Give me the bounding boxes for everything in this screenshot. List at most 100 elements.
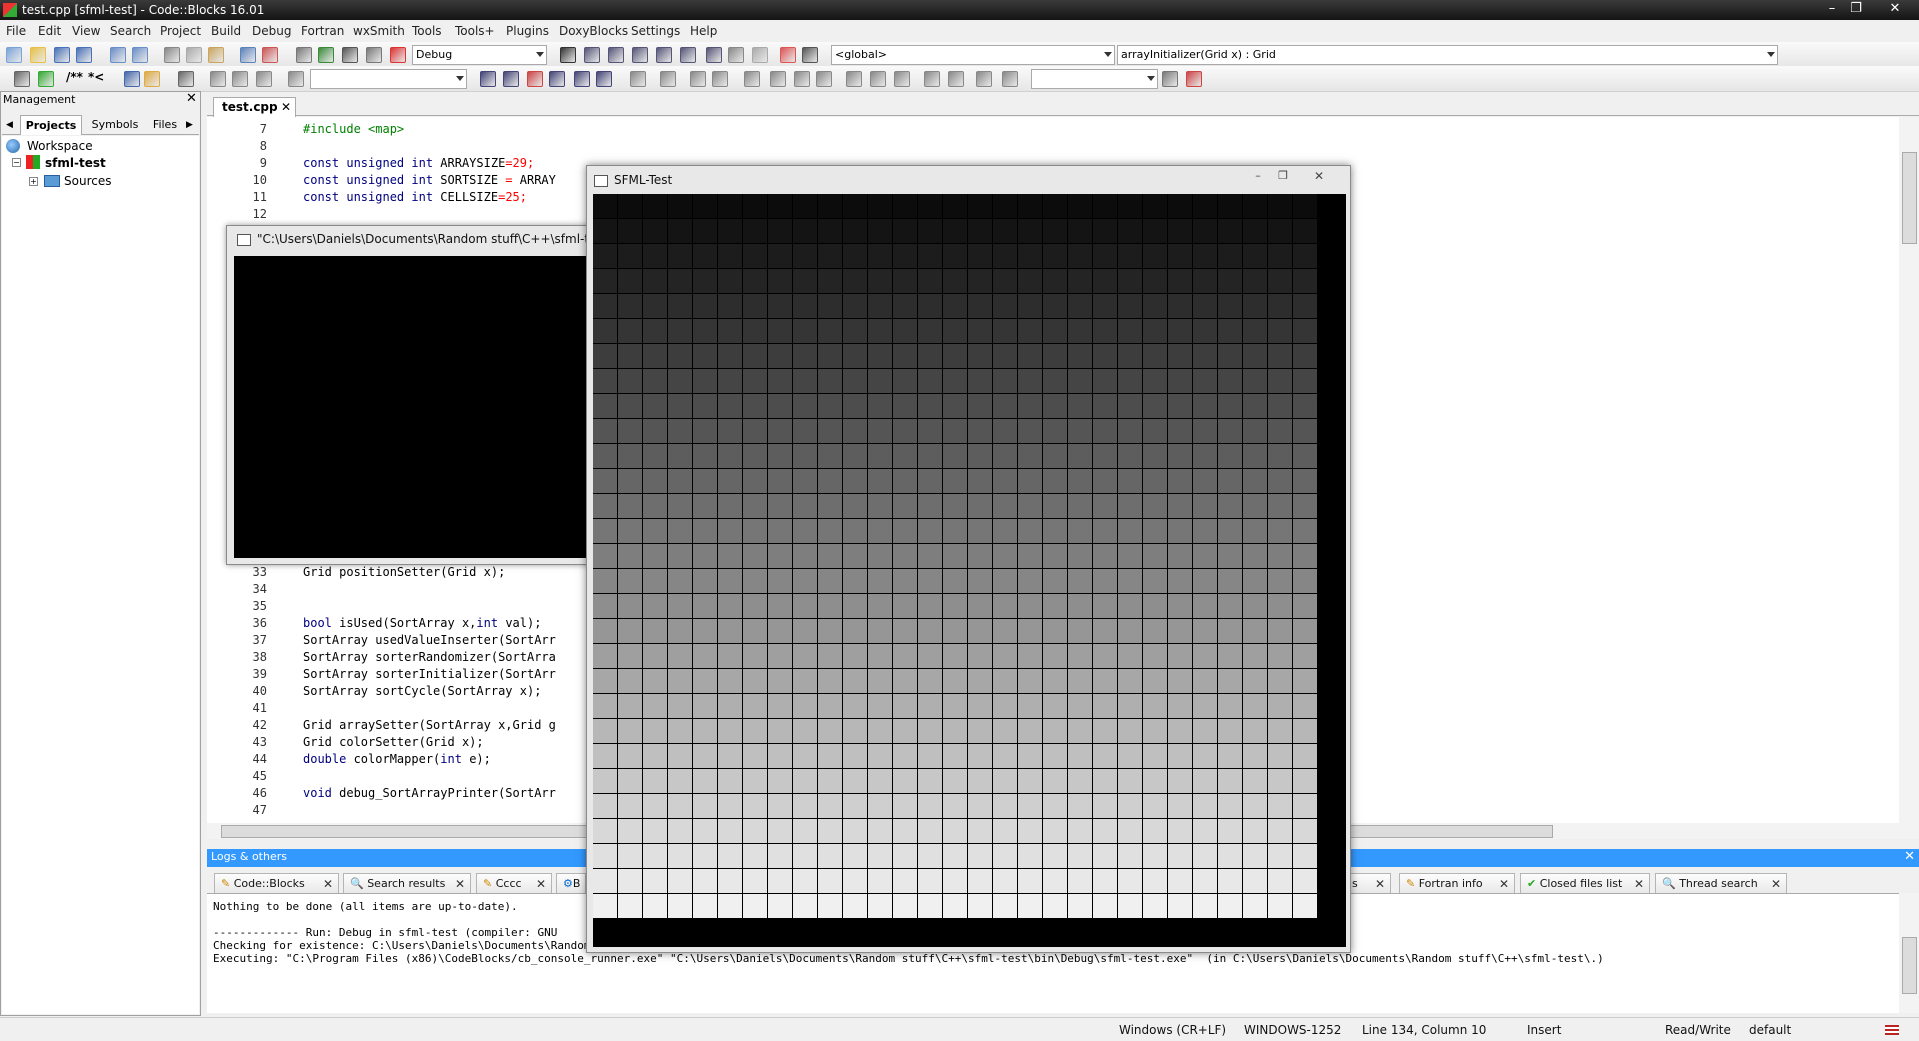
open-icon[interactable]: [30, 47, 46, 63]
menu-plugins[interactable]: Plugins: [506, 20, 549, 42]
cut-icon[interactable]: [164, 47, 180, 63]
line-number[interactable]: 40: [207, 684, 267, 698]
code-line[interactable]: 12: [207, 207, 587, 224]
code-line[interactable]: 45: [207, 769, 587, 786]
menu-fortran[interactable]: Fortran: [301, 20, 344, 42]
tree-workspace[interactable]: Workspace: [27, 139, 93, 153]
build-icon[interactable]: [296, 47, 312, 63]
frame3-icon[interactable]: [894, 71, 910, 87]
plugin-icon[interactable]: [1162, 71, 1178, 87]
sfml-canvas[interactable]: [593, 194, 1346, 947]
regex-icon[interactable]: [574, 71, 590, 87]
line-number[interactable]: 11: [207, 190, 267, 204]
line-number[interactable]: 34: [207, 582, 267, 596]
clear-icon[interactable]: [288, 71, 304, 87]
close-button[interactable]: ✕: [1880, 0, 1910, 18]
s-icon[interactable]: [976, 71, 992, 87]
tab-hidden[interactable]: s ✕: [1345, 873, 1391, 893]
step-into-instruction-icon[interactable]: [706, 47, 722, 63]
tree-project[interactable]: sfml-test: [45, 156, 106, 170]
code-line[interactable]: 7 #include <map>: [207, 122, 587, 139]
menu-edit[interactable]: Edit: [38, 20, 61, 42]
tab-search-results[interactable]: 🔍 Search results ✕: [343, 873, 471, 893]
line-number[interactable]: 33: [207, 565, 267, 579]
rect-icon[interactable]: [660, 71, 676, 87]
code-line[interactable]: 33 Grid positionSetter(Grid x);: [207, 565, 587, 582]
align-center-icon[interactable]: [770, 71, 786, 87]
nav-back-icon[interactable]: [210, 71, 226, 87]
debug-windows-icon[interactable]: [780, 47, 796, 63]
new-file-icon[interactable]: [6, 47, 22, 63]
doxy-html-icon[interactable]: [124, 71, 140, 87]
menu-project[interactable]: Project: [160, 20, 201, 42]
tab-codeblocks-log[interactable]: ✎ Code::Blocks ✕: [214, 873, 339, 893]
next-line-icon[interactable]: [608, 47, 624, 63]
align-left-icon[interactable]: [744, 71, 760, 87]
doxy-block-comment-button[interactable]: /**: [66, 70, 83, 84]
menu-doxyblocks[interactable]: DoxyBlocks: [559, 20, 628, 42]
form-icon[interactable]: [690, 71, 706, 87]
doxy-chm-icon[interactable]: [144, 71, 160, 87]
bookmark-icon[interactable]: [232, 71, 248, 87]
log-vscrollbar[interactable]: [1899, 893, 1919, 1013]
wrench-icon[interactable]: [178, 71, 194, 87]
frame2-icon[interactable]: [870, 71, 886, 87]
build-target-select[interactable]: Debug: [412, 45, 547, 65]
maximize-button[interactable]: ❐: [1846, 0, 1866, 18]
code-line[interactable]: 37 SortArray usedValueInserter(SortArr: [207, 633, 587, 650]
next-icon[interactable]: [503, 71, 519, 87]
line-number[interactable]: 9: [207, 156, 267, 170]
line-number[interactable]: 38: [207, 650, 267, 664]
tab-projects[interactable]: Projects: [20, 115, 82, 135]
step-out-icon[interactable]: [656, 47, 672, 63]
line-number[interactable]: 43: [207, 735, 267, 749]
menu-view[interactable]: View: [72, 20, 100, 42]
line-number[interactable]: 10: [207, 173, 267, 187]
close-icon[interactable]: ✕: [186, 91, 197, 106]
console-output[interactable]: [234, 256, 606, 558]
line-number[interactable]: 7: [207, 122, 267, 136]
tree-folder-sources[interactable]: Sources: [64, 174, 111, 188]
menu-tools[interactable]: Tools: [412, 20, 442, 42]
function-select[interactable]: arrayInitializer(Grid x) : Grid: [1117, 45, 1778, 65]
close-icon[interactable]: ✕: [281, 98, 291, 117]
expand-icon[interactable]: +: [29, 177, 38, 186]
code-line[interactable]: 10 const unsigned int SORTSIZE = ARRAY: [207, 173, 587, 190]
maximize-button[interactable]: ❐: [1271, 169, 1295, 185]
sfml-window[interactable]: SFML-Test – ❐ ✕: [586, 165, 1351, 953]
rebuild-icon[interactable]: [366, 47, 382, 63]
line-number[interactable]: 41: [207, 701, 267, 715]
code-line[interactable]: 38 SortArray sorterRandomizer(SortArra: [207, 650, 587, 667]
code-line[interactable]: 35: [207, 599, 587, 616]
debug-run-icon[interactable]: [560, 47, 576, 63]
menu-help[interactable]: Help: [690, 20, 717, 42]
align-justify-icon[interactable]: [816, 71, 832, 87]
c-icon[interactable]: [1002, 71, 1018, 87]
line-number[interactable]: 45: [207, 769, 267, 783]
menu-file[interactable]: File: [6, 20, 26, 42]
replace-icon[interactable]: [262, 47, 278, 63]
find-in-files-icon[interactable]: [549, 71, 565, 87]
code-line[interactable]: 43 Grid colorSetter(Grid x);: [207, 735, 587, 752]
paste-icon[interactable]: [208, 47, 224, 63]
chevron-left-icon[interactable]: ◀: [6, 120, 13, 130]
minimize-button[interactable]: –: [1822, 0, 1842, 18]
minimize-button[interactable]: –: [1246, 169, 1270, 185]
tab-files[interactable]: Files: [146, 115, 184, 135]
next-instruction-icon[interactable]: [680, 47, 696, 63]
menu-tools-[interactable]: Tools+: [455, 20, 495, 42]
search-combo[interactable]: [310, 69, 467, 89]
abort-icon[interactable]: [390, 47, 406, 63]
doxy-line-comment-button[interactable]: *<: [88, 70, 104, 84]
align-right-icon[interactable]: [794, 71, 810, 87]
collapse-icon[interactable]: −: [12, 158, 21, 167]
close-icon[interactable]: ✕: [455, 874, 465, 893]
select-icon[interactable]: [630, 71, 646, 87]
plugin-combo[interactable]: [1031, 69, 1158, 89]
code-line[interactable]: 40 SortArray sortCycle(SortArray x);: [207, 684, 587, 701]
menu-search[interactable]: Search: [110, 20, 151, 42]
line-number[interactable]: 35: [207, 599, 267, 613]
code-line[interactable]: 39 SortArray sorterInitializer(SortArr: [207, 667, 587, 684]
doxy-extract-icon[interactable]: [38, 71, 54, 87]
tab-build-log[interactable]: ⚙B: [556, 873, 586, 893]
